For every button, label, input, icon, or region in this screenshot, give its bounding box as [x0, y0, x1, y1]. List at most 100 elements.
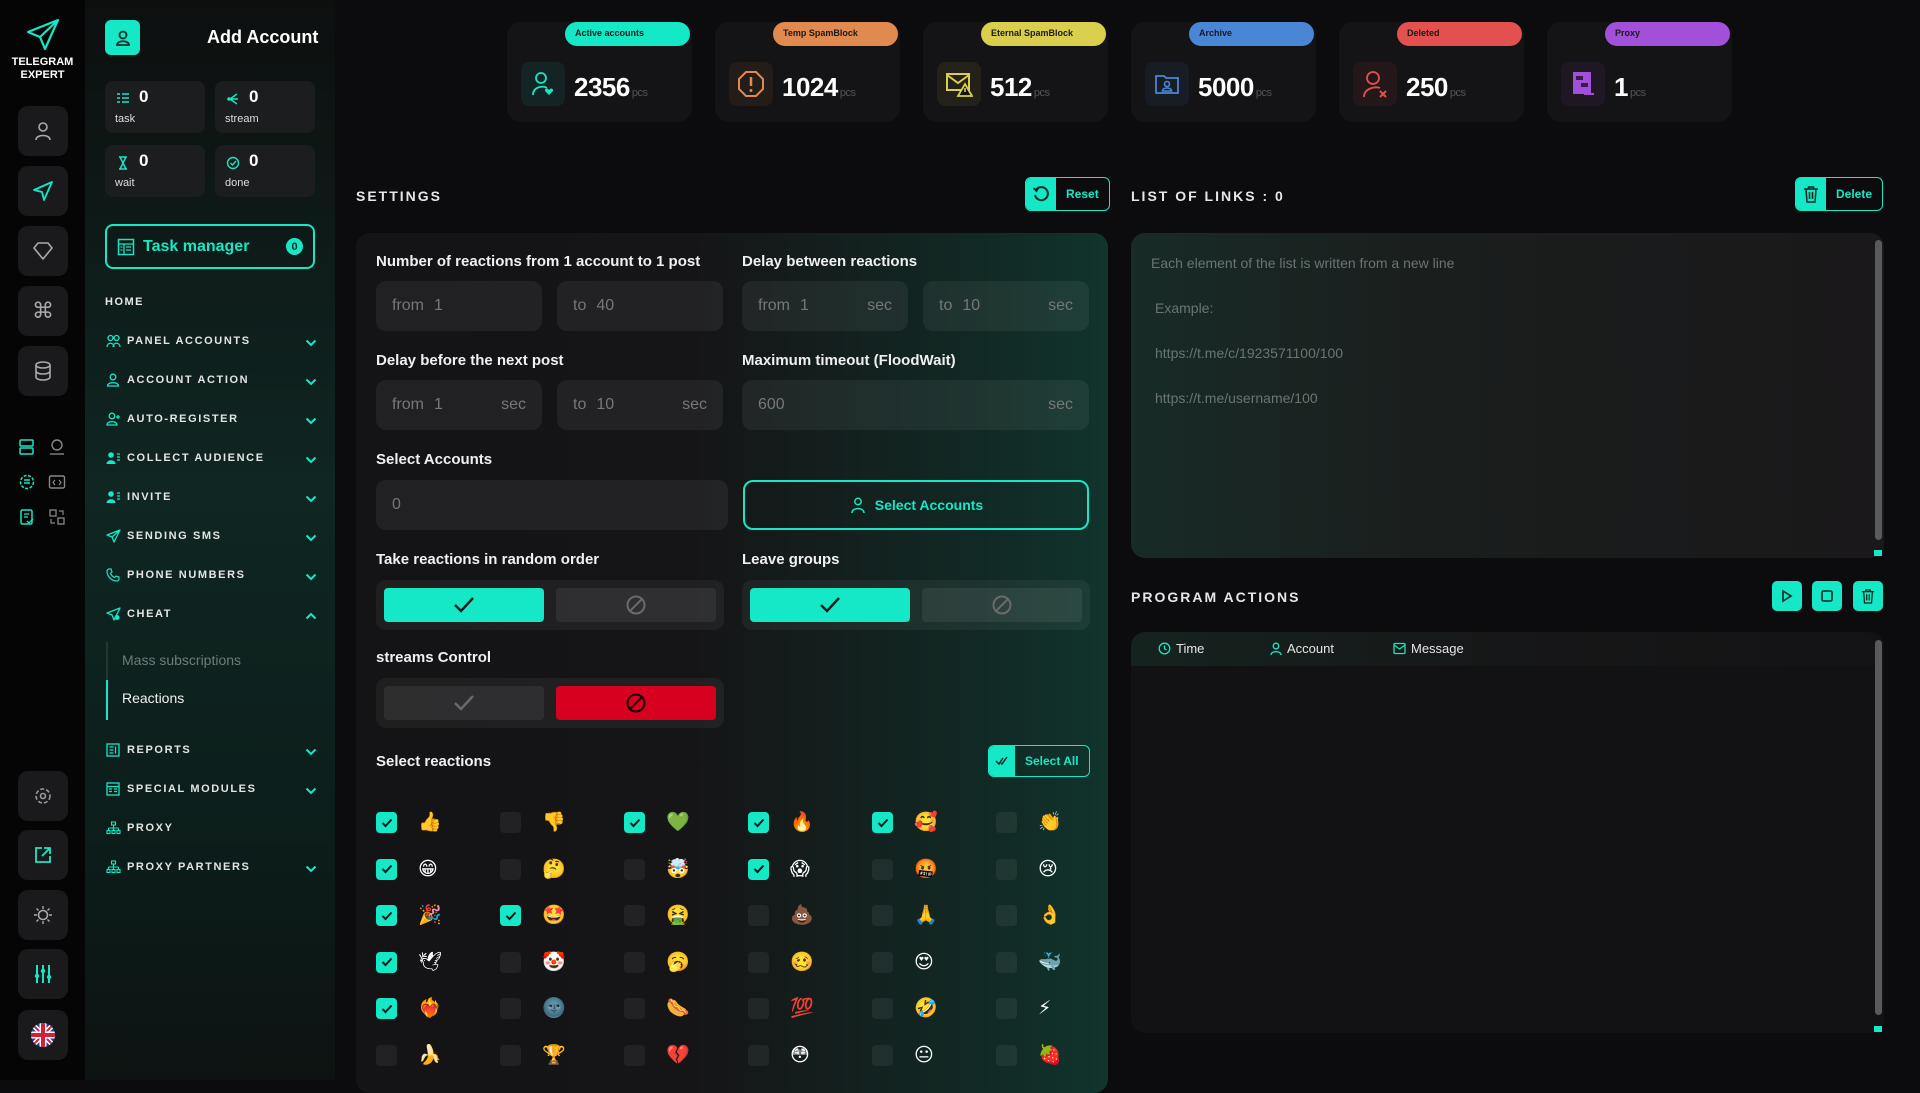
reaction-checkbox[interactable] [872, 998, 893, 1019]
sidebar-item-invite[interactable]: INVITE [105, 487, 317, 507]
reaction-checkbox[interactable] [376, 951, 397, 973]
play-button[interactable] [1772, 581, 1802, 611]
toggle-off-option[interactable] [922, 588, 1082, 622]
reset-button[interactable]: Reset [1025, 177, 1110, 211]
reaction-checkbox[interactable] [624, 998, 645, 1019]
delay-reactions-to-input[interactable]: to 10 sec [923, 281, 1089, 331]
reaction-checkbox[interactable] [996, 812, 1017, 833]
sidebar-item-auto-register[interactable]: AUTO-REGISTER [105, 409, 317, 429]
chevron-down-icon[interactable] [305, 334, 317, 352]
rail-database-button[interactable] [18, 346, 68, 396]
column-time[interactable]: Time [1158, 641, 1204, 656]
chevron-down-icon[interactable] [305, 860, 317, 878]
sidebar-item-special-modules[interactable]: SPECIAL MODULES [105, 779, 317, 799]
task-manager-button[interactable]: Task manager 0 [105, 224, 315, 269]
links-resize-handle[interactable] [1874, 550, 1882, 556]
column-message[interactable]: Message [1393, 641, 1464, 656]
reaction-checkbox[interactable] [624, 951, 645, 973]
chevron-down-icon[interactable] [305, 782, 317, 800]
sidebar-item-account-action[interactable]: ACCOUNT ACTION [105, 370, 317, 390]
links-textarea[interactable]: Each element of the list is written from… [1131, 233, 1884, 558]
delay-post-to-input[interactable]: to 10 sec [557, 380, 723, 430]
reaction-checkbox[interactable] [500, 998, 521, 1019]
rail-external-button[interactable] [18, 830, 68, 880]
column-account[interactable]: Account [1270, 641, 1334, 656]
reaction-checkbox[interactable] [624, 812, 645, 833]
toggle-on-option[interactable] [384, 588, 544, 622]
submenu-item-reactions[interactable]: Reactions [122, 690, 184, 706]
reaction-checkbox[interactable] [624, 1044, 645, 1066]
reaction-checkbox[interactable] [500, 1044, 521, 1066]
rail-premium-button[interactable] [18, 226, 68, 276]
reaction-checkbox[interactable] [500, 858, 521, 880]
actions-scrollbar[interactable] [1875, 640, 1882, 1015]
reaction-checkbox[interactable] [500, 812, 521, 833]
reaction-checkbox[interactable] [748, 812, 769, 833]
reaction-checkbox[interactable] [872, 905, 893, 926]
reaction-checkbox[interactable] [748, 858, 769, 880]
toggle-on-option[interactable] [750, 588, 910, 622]
rail-accounts-button[interactable] [18, 106, 68, 156]
sidebar-item-reports[interactable]: REPORTS [105, 740, 317, 760]
actions-resize-handle[interactable] [1874, 1026, 1882, 1032]
reaction-checkbox[interactable] [748, 951, 769, 973]
chevron-down-icon[interactable] [305, 412, 317, 430]
reaction-checkbox[interactable] [748, 905, 769, 926]
reaction-checkbox[interactable] [996, 998, 1017, 1019]
sidebar-item-phone-numbers[interactable]: PHONE NUMBERS [105, 565, 317, 585]
user-network-icon[interactable] [46, 436, 68, 458]
reactions-from-input[interactable]: from 1 [376, 281, 542, 331]
selected-accounts-count[interactable]: 0 [376, 480, 728, 530]
sidebar-item-collect-audience[interactable]: COLLECT AUDIENCE [105, 448, 317, 468]
select-all-button[interactable]: Select All [988, 745, 1090, 777]
reaction-checkbox[interactable] [996, 905, 1017, 926]
sidebar-item-sending-sms[interactable]: SENDING SMS [105, 526, 317, 546]
code-window-icon[interactable] [46, 471, 68, 493]
sidebar-item-proxy-partners[interactable]: PROXY PARTNERS [105, 857, 317, 877]
reaction-checkbox[interactable] [996, 1044, 1017, 1066]
stat-card-temp-spamblock[interactable]: Temp SpamBlock 1024 pcs [715, 22, 900, 122]
chevron-up-icon[interactable] [305, 607, 317, 625]
chevron-down-icon[interactable] [305, 529, 317, 547]
toggle-off-option[interactable] [556, 588, 716, 622]
reaction-checkbox[interactable] [996, 951, 1017, 973]
delete-links-button[interactable]: Delete [1795, 177, 1884, 211]
reaction-checkbox[interactable] [996, 858, 1017, 880]
reaction-checkbox[interactable] [872, 1044, 893, 1066]
reaction-checkbox[interactable] [500, 905, 521, 926]
reaction-checkbox[interactable] [872, 951, 893, 973]
reaction-checkbox[interactable] [500, 951, 521, 973]
stat-card-active-accounts[interactable]: Active accounts 2356 pcs [507, 22, 692, 122]
toggle-on-option[interactable] [384, 686, 544, 720]
document-check-icon[interactable] [16, 506, 38, 528]
rail-filters-button[interactable] [18, 949, 68, 999]
reaction-checkbox[interactable] [872, 858, 893, 880]
reaction-checkbox[interactable] [624, 905, 645, 926]
chevron-down-icon[interactable] [305, 373, 317, 391]
reaction-checkbox[interactable] [748, 998, 769, 1019]
swap-icon[interactable] [46, 506, 68, 528]
add-account-button[interactable] [105, 20, 140, 55]
reaction-checkbox[interactable] [872, 812, 893, 833]
stop-button[interactable] [1812, 581, 1842, 611]
stat-card-archive[interactable]: Archive 5000 pcs [1131, 22, 1316, 122]
rail-telegram-button[interactable] [18, 166, 68, 216]
reaction-checkbox[interactable] [376, 998, 397, 1019]
timeout-input[interactable]: 600 sec [742, 380, 1089, 430]
submenu-item-mass-subscriptions[interactable]: Mass subscriptions [122, 652, 241, 668]
stat-card-proxy[interactable]: Proxy 1 pcs [1547, 22, 1732, 122]
select-accounts-button[interactable]: Select Accounts [743, 480, 1089, 530]
rail-commands-button[interactable]: ⌘ [18, 286, 68, 336]
stat-card-eternal-spamblock[interactable]: Eternal SpamBlock 512 pcs [923, 22, 1108, 122]
reaction-checkbox[interactable] [748, 1044, 769, 1066]
chevron-down-icon[interactable] [305, 451, 317, 469]
reaction-checkbox[interactable] [376, 858, 397, 880]
gear-list-icon[interactable] [16, 471, 38, 493]
delay-reactions-from-input[interactable]: from 1 sec [742, 281, 908, 331]
sidebar-item-cheat[interactable]: CHEAT [105, 604, 317, 624]
reaction-checkbox[interactable] [624, 858, 645, 880]
nav-home[interactable]: HOME [105, 296, 144, 308]
chevron-down-icon[interactable] [305, 743, 317, 761]
stat-card-deleted[interactable]: Deleted 250 pcs [1339, 22, 1524, 122]
sidebar-item-proxy[interactable]: PROXY [105, 818, 317, 838]
